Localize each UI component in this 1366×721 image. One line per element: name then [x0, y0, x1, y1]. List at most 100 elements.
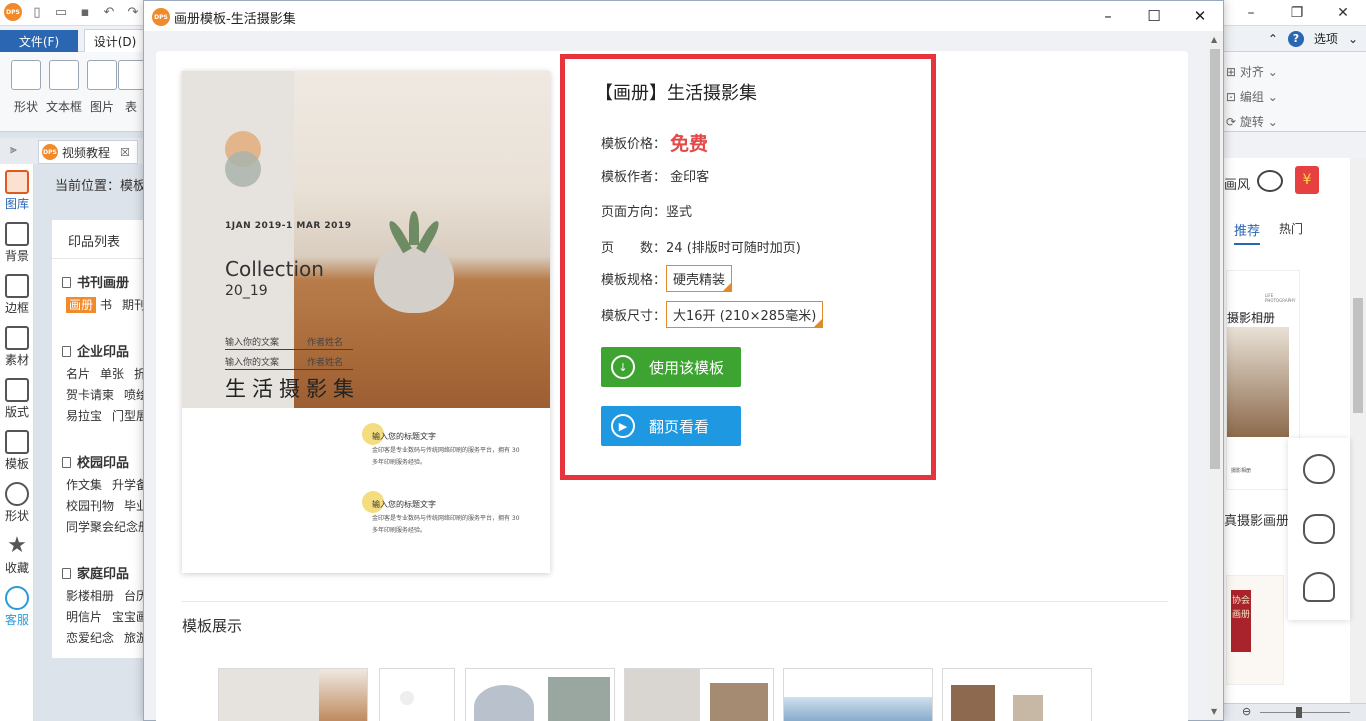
- section-campus[interactable]: 校园印品: [62, 452, 129, 471]
- rail-border-label: 边框: [4, 301, 29, 315]
- spec-option[interactable]: 硬壳精装: [666, 265, 733, 292]
- link-reunion[interactable]: 同学聚会纪念册: [66, 520, 143, 534]
- template-info-panel: 【画册】生活摄影集 模板价格： 免费 模板作者： 金印客 页面方向：竖式 页 数：…: [560, 54, 936, 480]
- tab-recommend[interactable]: 推荐: [1234, 220, 1261, 245]
- dialog-scrollbar[interactable]: ▲ ▼: [1207, 31, 1223, 720]
- close-icon[interactable]: ✕: [1177, 1, 1223, 31]
- size-option[interactable]: 大16开 (210×285毫米): [666, 301, 824, 328]
- collapse-ribbon-icon[interactable]: ⌃: [1268, 32, 1278, 46]
- wechat-icon[interactable]: [1303, 514, 1335, 544]
- link-flyer[interactable]: 单张: [100, 367, 124, 381]
- link-postcard[interactable]: 明信片: [66, 610, 102, 624]
- link-travel[interactable]: 旅游: [124, 631, 143, 645]
- link-essay[interactable]: 作文集: [66, 478, 102, 492]
- seal-stamp: 协会画册: [1231, 590, 1251, 652]
- tab-design[interactable]: 设计(D): [84, 29, 146, 52]
- cover-text-1: 输入你的文案: [225, 338, 280, 348]
- qq-icon[interactable]: [1303, 454, 1335, 484]
- flip-preview-button[interactable]: ▶ 翻页看看: [601, 406, 741, 446]
- link-book[interactable]: 书: [100, 298, 112, 312]
- rail-layout[interactable]: 版式: [0, 378, 34, 420]
- zoom-slider-handle[interactable]: [1296, 707, 1302, 718]
- new-file-icon[interactable]: ▯: [28, 3, 46, 21]
- template-thumb-2[interactable]: 协会画册: [1226, 575, 1284, 685]
- save-icon[interactable]: ▪: [76, 3, 94, 21]
- help-icon[interactable]: ?: [1287, 30, 1304, 47]
- right-panel-scrollbar[interactable]: [1350, 158, 1366, 708]
- scroll-thumb[interactable]: [1353, 298, 1363, 413]
- showcase-thumb-3[interactable]: [465, 668, 615, 721]
- link-greeting-card[interactable]: 贺卡请柬: [66, 388, 114, 402]
- link-exam[interactable]: 升学备考: [112, 478, 143, 492]
- open-folder-icon[interactable]: ▭: [52, 3, 70, 21]
- cover-rule: [225, 349, 353, 350]
- ribbon-right-controls: ⌃ ? 选项 ⌄: [1268, 30, 1358, 47]
- section-family[interactable]: 家庭印品: [62, 563, 129, 582]
- play-icon: ▶: [611, 414, 635, 438]
- shape-tool-label: 形状: [13, 100, 38, 114]
- rail-favorites[interactable]: ★ 收藏: [0, 534, 34, 576]
- section-enterprise[interactable]: 企业印品: [62, 341, 129, 360]
- rail-template[interactable]: 模板: [0, 430, 34, 472]
- options-menu[interactable]: 选项: [1314, 30, 1338, 47]
- link-journal[interactable]: 期刊: [122, 298, 143, 312]
- rail-background[interactable]: 背景: [0, 222, 34, 264]
- section-enterprise-label: 企业印品: [77, 345, 130, 360]
- scroll-up-icon[interactable]: ▲: [1211, 35, 1217, 44]
- group-tool[interactable]: ⊡ 编组 ⌄: [1226, 85, 1278, 110]
- link-business-card[interactable]: 名片: [66, 367, 90, 381]
- align-tool[interactable]: ⊞ 对齐 ⌄: [1226, 60, 1278, 85]
- headset-icon[interactable]: [1303, 572, 1335, 602]
- link-album[interactable]: 画册: [66, 297, 97, 313]
- tab-file[interactable]: 文件(F): [0, 30, 78, 52]
- showcase-title: 模板展示: [182, 617, 243, 635]
- zoom-slider[interactable]: [1260, 712, 1350, 713]
- scroll-thumb[interactable]: [1210, 49, 1220, 469]
- zoom-out-icon[interactable]: ⊖: [1242, 705, 1251, 718]
- expand-panel-icon[interactable]: ⫸: [10, 142, 17, 157]
- redo-icon[interactable]: ↷: [124, 3, 142, 21]
- showcase-thumb-6[interactable]: [942, 668, 1092, 721]
- tab-hot[interactable]: 热门: [1279, 220, 1303, 237]
- scroll-down-icon[interactable]: ▼: [1211, 707, 1217, 716]
- close-icon[interactable]: ✕: [1320, 0, 1366, 26]
- red-envelope-icon[interactable]: ¥: [1295, 166, 1319, 194]
- rail-border[interactable]: 边框: [0, 274, 34, 316]
- cover-preview[interactable]: 1JAN 2019-1 MAR 2019 Collection 20_19 输入…: [182, 71, 550, 573]
- showcase-thumb-4[interactable]: [624, 668, 774, 721]
- maximize-icon[interactable]: ☐: [1131, 1, 1177, 31]
- comment-icon[interactable]: [1257, 170, 1283, 192]
- minimize-icon[interactable]: –: [1085, 1, 1131, 31]
- close-tab-icon[interactable]: ☒: [120, 146, 130, 159]
- showcase-thumb-5[interactable]: [783, 668, 933, 721]
- showcase-thumb-1[interactable]: [218, 668, 368, 721]
- thumb-part: [784, 697, 932, 721]
- thumb-part: [474, 685, 534, 721]
- link-banner[interactable]: 喷绘: [124, 388, 143, 402]
- doc-tab-video-tutorial[interactable]: DPS 视频教程 ☒: [38, 140, 138, 164]
- minimize-icon[interactable]: –: [1228, 0, 1274, 26]
- link-love[interactable]: 恋爱纪念: [66, 631, 114, 645]
- link-baby-album[interactable]: 宝宝画册: [112, 610, 143, 624]
- plant-pot: [374, 241, 454, 313]
- section-books[interactable]: 书刊画册: [62, 272, 129, 291]
- rail-gallery[interactable]: 图库: [0, 170, 34, 212]
- link-graduation[interactable]: 毕业纪念: [124, 499, 143, 513]
- link-rollup[interactable]: 易拉宝: [66, 409, 102, 423]
- chevron-down-icon[interactable]: ⌄: [1348, 32, 1358, 46]
- rail-service[interactable]: 客服: [0, 586, 34, 628]
- use-template-button[interactable]: ↓ 使用该模板: [601, 347, 741, 387]
- table-tool[interactable]: 表: [118, 60, 144, 115]
- restore-icon[interactable]: ❐: [1274, 0, 1320, 26]
- textbox-icon: [49, 60, 79, 90]
- undo-icon[interactable]: ↶: [100, 3, 118, 21]
- link-door-stand[interactable]: 门型展架: [112, 409, 143, 423]
- enterprise-icon: [62, 346, 71, 357]
- showcase-thumb-2[interactable]: [379, 668, 455, 721]
- rail-material[interactable]: 素材: [0, 326, 34, 368]
- link-fold[interactable]: 折页: [134, 367, 143, 381]
- rail-shape[interactable]: 形状: [0, 482, 34, 524]
- link-studio-album[interactable]: 影楼相册: [66, 589, 114, 603]
- link-campus-journal[interactable]: 校园刊物: [66, 499, 114, 513]
- link-calendar[interactable]: 台历: [124, 589, 143, 603]
